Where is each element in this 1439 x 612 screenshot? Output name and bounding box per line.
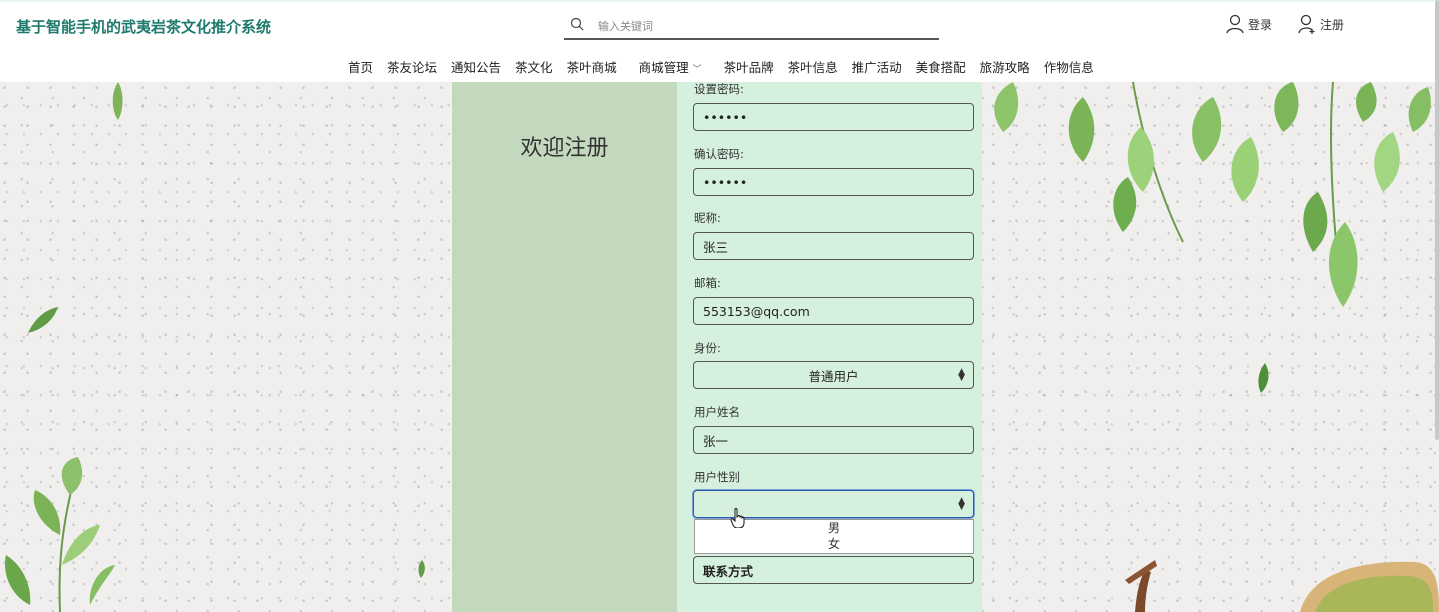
nickname-label: 昵称: bbox=[694, 211, 721, 225]
contact-field[interactable]: 联系方式 bbox=[693, 556, 974, 584]
role-select-value: 普通用户 bbox=[808, 368, 859, 384]
confirm-password-field[interactable]: •••••• bbox=[693, 168, 974, 196]
welcome-title: 欢迎注册 bbox=[520, 136, 609, 161]
password-label: 设置密码: bbox=[694, 82, 744, 96]
email-field[interactable]: 553153@qq.com bbox=[693, 297, 974, 325]
nav-item-tea-shop[interactable]: 茶叶商城 bbox=[567, 57, 617, 76]
confirm-password-label: 确认密码: bbox=[694, 147, 744, 161]
hand-cursor-icon bbox=[730, 508, 745, 528]
gender-label: 用户性别 bbox=[694, 470, 740, 484]
nav-item-crop-info[interactable]: 作物信息 bbox=[1044, 57, 1094, 76]
search-bar bbox=[564, 12, 939, 40]
nav-item-travel-guide[interactable]: 旅游攻略 bbox=[980, 57, 1030, 76]
nav-item-forum[interactable]: 茶友论坛 bbox=[387, 57, 437, 76]
user-icon bbox=[1226, 14, 1244, 34]
leaf-decoration-small-icon bbox=[418, 560, 425, 578]
gender-option-female[interactable]: 女 bbox=[695, 536, 973, 552]
password-field[interactable]: •••••• bbox=[693, 103, 974, 131]
nickname-field[interactable]: 张三 bbox=[693, 232, 974, 260]
nav-item-tea-culture[interactable]: 茶文化 bbox=[515, 57, 553, 76]
nav-item-notices[interactable]: 通知公告 bbox=[451, 57, 501, 76]
username-label: 用户姓名 bbox=[694, 405, 740, 419]
search-icon[interactable] bbox=[570, 17, 584, 31]
nav-item-food-pairing[interactable]: 美食搭配 bbox=[916, 57, 966, 76]
leaf-decoration-top-left-icon bbox=[112, 82, 123, 120]
page-scrollbar[interactable] bbox=[1435, 0, 1439, 440]
role-label: 身份: bbox=[694, 341, 721, 355]
select-arrows-icon: ▲ ▼ bbox=[958, 367, 965, 383]
nav-item-shop-management[interactable]: 商城管理 ﹀ bbox=[639, 57, 702, 76]
register-link[interactable]: 注册 bbox=[1298, 14, 1344, 34]
nav-item-home[interactable]: 首页 bbox=[348, 57, 373, 76]
chevron-down-icon: ﹀ bbox=[692, 65, 702, 75]
site-title[interactable]: 基于智能手机的武夷岩茶文化推介系统 bbox=[16, 16, 271, 37]
nav-item-shop-management-label: 商城管理 bbox=[638, 60, 689, 75]
register-side-panel: 欢迎注册 bbox=[452, 82, 677, 612]
username-field[interactable]: 张一 bbox=[693, 426, 974, 454]
login-label: 登录 bbox=[1248, 17, 1273, 32]
search-input[interactable] bbox=[598, 16, 918, 36]
email-label: 邮箱: bbox=[694, 276, 721, 290]
tea-bowl-decoration-icon bbox=[1125, 560, 1439, 612]
site-header: 基于智能手机的武夷岩茶文化推介系统 登录 注册 首页 茶友论坛 通知公告 茶文化… bbox=[0, 0, 1439, 82]
role-select[interactable]: 普通用户 ▲ ▼ bbox=[693, 361, 974, 389]
nav-item-tea-brands[interactable]: 茶叶品牌 bbox=[724, 57, 774, 76]
leaf-decoration-left-icon bbox=[28, 307, 58, 333]
add-user-icon bbox=[1298, 14, 1315, 34]
nav-item-tea-info[interactable]: 茶叶信息 bbox=[788, 57, 838, 76]
login-link[interactable]: 登录 bbox=[1226, 14, 1272, 34]
leaf-cluster-top-right-icon bbox=[994, 82, 1431, 307]
main-nav: 首页 茶友论坛 通知公告 茶文化 茶叶商城 商城管理 ﹀ 茶叶品牌 茶叶信息 推广… bbox=[348, 57, 1094, 76]
register-label: 注册 bbox=[1320, 17, 1345, 32]
select-arrows-icon: ▲ ▼ bbox=[958, 496, 965, 512]
nav-item-promotions[interactable]: 推广活动 bbox=[852, 57, 902, 76]
leaf-cluster-bottom-left-icon bbox=[5, 457, 115, 612]
leaf-decoration-right-icon bbox=[1258, 363, 1269, 393]
